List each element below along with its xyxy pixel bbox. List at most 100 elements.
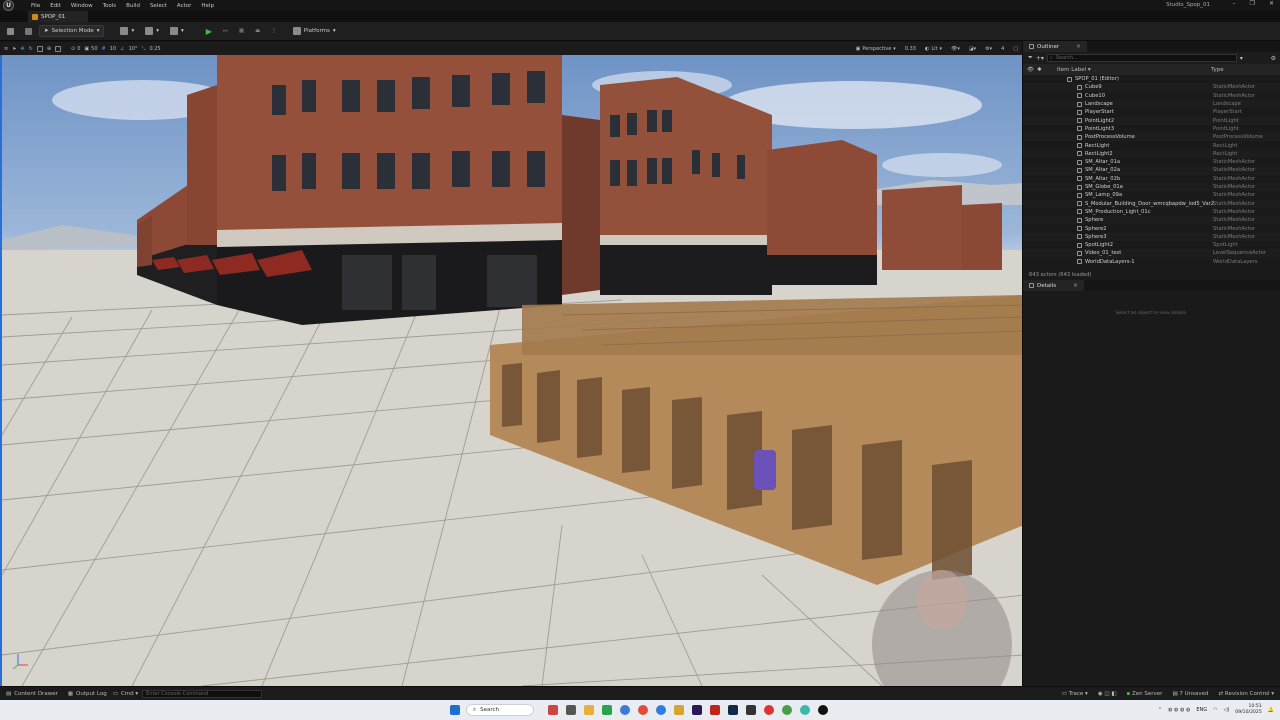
outliner-row[interactable]: SM_Altar_02a StaticMeshActor [1023,166,1280,175]
menu-actor[interactable]: Actor [172,3,196,9]
outliner-row[interactable]: PostProcessVolume PostProcessVolume [1023,133,1280,142]
minimize-button[interactable]: – [1233,0,1236,7]
outliner-row[interactable]: SM_Lamp_09a StaticMeshActor [1023,191,1280,199]
widgets-icon[interactable] [548,705,558,715]
spotify-icon[interactable] [602,705,612,715]
pin-header-icon[interactable]: ✱ [1037,67,1042,73]
surface-snap-icon[interactable] [55,45,62,52]
zen-server-button[interactable]: ▪ Zen Server [1127,691,1163,697]
close-button[interactable]: ✕ [1269,0,1274,7]
show-flags-icon[interactable]: 👁▾ [951,46,960,52]
unreal-logo-icon[interactable]: U [3,0,14,11]
revision-control-button[interactable]: ⇄ Revision Control ▾ [1219,691,1274,697]
outliner-row[interactable]: Sphere2 StaticMeshActor [1023,224,1280,232]
stats-icon[interactable]: ◪▾ [969,46,976,52]
column-type[interactable]: Type [1211,67,1224,73]
lit-dropdown[interactable]: ◐ Lit ▾ [925,46,942,52]
unsaved-button[interactable]: ▤ 7 Unsaved [1172,691,1208,697]
blueprints-button[interactable]: ▾ [116,25,138,37]
tray-apps-icon[interactable]: ◍ ◍ ◍ ◍ [1168,707,1190,713]
edge-icon[interactable] [620,705,630,715]
menu-build[interactable]: Build [121,3,145,9]
app-icon-red[interactable] [764,705,774,715]
details-tab[interactable]: Details ✕ [1023,280,1084,291]
outliner-row[interactable]: S_Modular_Building_Door_wmcqbapdw_lod5_V… [1023,199,1280,208]
add-filter-icon[interactable]: +▾ [1036,55,1044,62]
photoshop-icon[interactable] [728,705,738,715]
scale-tool-icon[interactable] [36,45,43,52]
menu-window[interactable]: Window [66,3,98,9]
menu-select[interactable]: Select [145,3,172,9]
outliner-row[interactable]: Cube9 StaticMeshActor [1023,83,1280,92]
tray-chevron-icon[interactable]: ⌃ [1158,707,1162,713]
language-indicator[interactable]: ENG [1196,707,1207,713]
outliner-row[interactable]: RectLight2 RectLight [1023,149,1280,158]
move-tool-icon[interactable]: ✥ [20,46,24,52]
outliner-tab[interactable]: Outliner ✕ [1023,41,1087,52]
select-tool-icon[interactable]: ➤ [12,46,16,52]
content-browser-icon[interactable] [21,25,36,37]
chrome-icon[interactable] [638,705,648,715]
app-icon-teal[interactable] [800,705,810,715]
filter-icon[interactable]: ⏷ [1028,54,1033,62]
app-icon-blue[interactable] [656,705,666,715]
acrobat-icon[interactable] [710,705,720,715]
trace-dropdown[interactable]: ▭ Trace ▾ [1062,691,1088,697]
outliner-row[interactable]: SpotLight2 SpotLight [1023,241,1280,249]
volume-icon[interactable]: ◁) [1223,707,1229,713]
network-icon[interactable]: ◠ [1213,707,1217,713]
cinematics-button[interactable]: ▾ [141,25,163,37]
close-icon[interactable]: ✕ [1076,44,1081,50]
output-log-button[interactable]: ▦ Output Log [68,691,107,697]
scale-snap-value[interactable]: 0.25 [149,46,160,52]
after-effects-icon[interactable] [692,705,702,715]
fov-value[interactable]: 0.33 [905,46,916,52]
clock[interactable]: 10:51 09/10/2025 [1235,704,1261,716]
eject-button[interactable]: ⏏ [251,25,264,37]
outliner-row[interactable]: SPOP_01 (Editor) [1023,75,1280,83]
outliner-row[interactable]: Cube10 StaticMeshActor [1023,92,1280,100]
console-command-input[interactable]: Enter Console Command [142,689,263,698]
outliner-row[interactable]: PointLight2 PointLight [1023,116,1280,125]
platforms-dropdown[interactable]: Platforms ▾ [289,25,340,37]
grid-snap-toggle[interactable]: # [102,46,106,52]
content-drawer-button[interactable]: ▤ Content Drawer [6,691,58,697]
grid-snap-value[interactable]: 10 [110,46,116,52]
level-tab[interactable]: SPOP_01 [28,11,88,22]
close-icon[interactable]: ✕ [1073,283,1078,289]
unreal-taskbar-icon[interactable] [818,705,828,715]
task-view-icon[interactable] [566,705,576,715]
scale-snap-toggle[interactable]: ⤡ [141,46,145,52]
outliner-row[interactable]: Sphere3 StaticMeshActor [1023,232,1280,241]
level-viewport[interactable] [0,55,1022,686]
windows-start-icon[interactable] [450,705,460,715]
perspective-dropdown[interactable]: ▣ Perspective ▾ [856,46,896,52]
world-local-icon[interactable]: ⊕ [47,46,51,52]
rot-snap-toggle[interactable]: ∠ [120,46,124,52]
outliner-row[interactable]: SM_Altar_01a StaticMeshActor [1023,158,1280,166]
trace-controls[interactable]: ◉ ◫ ◧ [1098,691,1117,697]
maximize-viewport-icon[interactable]: ▢ [1013,46,1018,52]
chevron-down-icon[interactable]: ▾ [1240,55,1243,62]
app-icon-green[interactable] [782,705,792,715]
cmd-dropdown[interactable]: ▭ Cmd ▾ [113,691,138,697]
settings-icon[interactable]: ⚙▾ [985,46,992,52]
outliner-row[interactable]: PlayerStart PlayerStart [1023,108,1280,116]
maximize-button[interactable]: ❐ [1250,0,1255,7]
file-explorer-icon[interactable] [584,705,594,715]
selection-mode-dropdown[interactable]: ➤ Selection Mode ▾ [39,25,105,37]
outliner-row[interactable]: PointLight3 PointLight [1023,125,1280,133]
outliner-row[interactable]: Sphere StaticMeshActor [1023,216,1280,225]
outliner-search-input[interactable]: ⌕ Search... [1046,54,1237,62]
outliner-row[interactable]: RectLight RectLight [1023,141,1280,149]
outliner-row[interactable]: SM_Globe_01a StaticMeshActor [1023,182,1280,192]
play-options-button[interactable]: ⋮ [267,25,281,37]
notifications-icon[interactable]: 🔔 [1268,707,1274,713]
app-icon-yellow[interactable] [674,705,684,715]
step-button[interactable]: ⏭ [219,25,232,37]
taskbar-search[interactable]: ⌕ Search [466,704,534,716]
outliner-row[interactable]: Landscape Landscape [1023,99,1280,109]
add-actor-button[interactable]: ▾ [166,25,188,37]
save-icon[interactable] [3,25,18,37]
outliner-row[interactable]: WorldDataLayers-1 WorldDataLayers [1023,258,1280,266]
